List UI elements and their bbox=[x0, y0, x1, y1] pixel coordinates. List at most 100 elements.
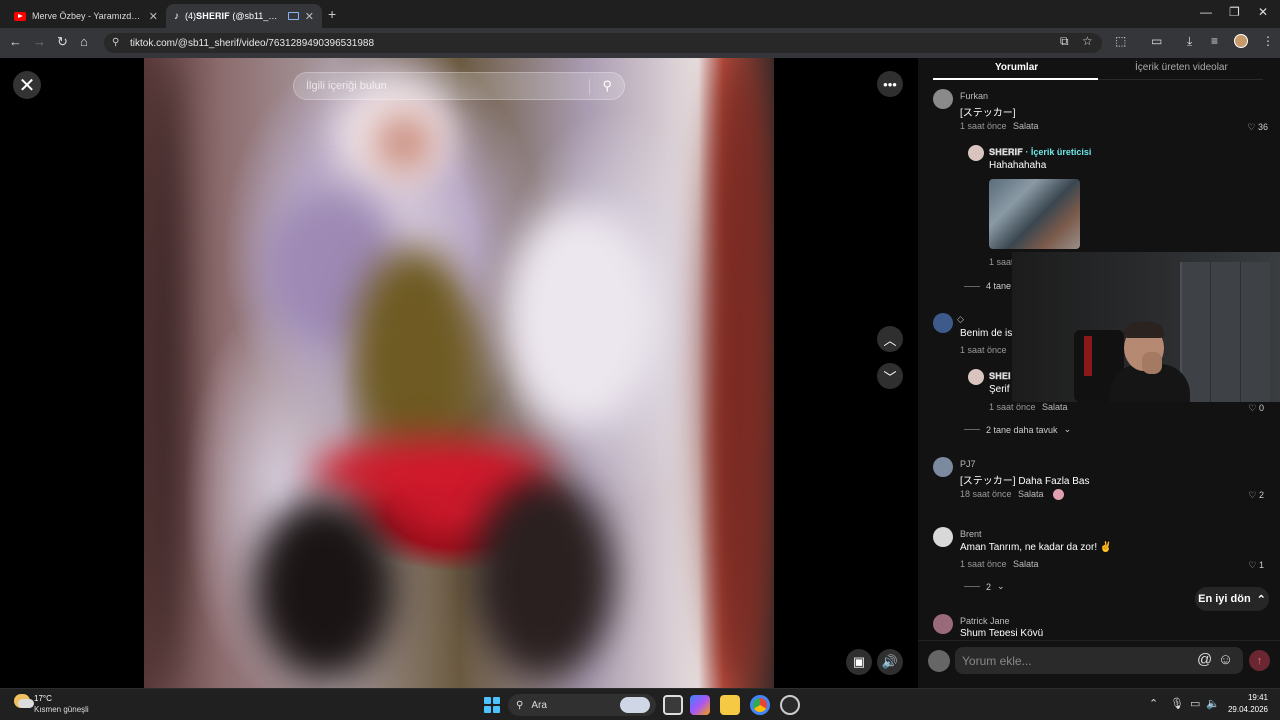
webcam-chair bbox=[1084, 336, 1092, 376]
weather-temperature[interactable]: 17°C bbox=[34, 694, 52, 703]
task-view-icon[interactable] bbox=[663, 695, 683, 715]
more-replies-label: 4 tane bbox=[986, 281, 1012, 291]
search-icon[interactable]: ⚲ bbox=[602, 78, 612, 94]
avatar[interactable] bbox=[933, 457, 953, 477]
avatar[interactable] bbox=[968, 145, 984, 161]
reply-button[interactable]: Salata bbox=[1018, 489, 1044, 499]
bookmark-star-icon[interactable]: ☆ bbox=[1082, 34, 1093, 48]
copilot-icon[interactable] bbox=[690, 695, 710, 715]
profile-avatar[interactable] bbox=[1234, 34, 1248, 51]
translate-icon[interactable]: ⧉ bbox=[1060, 34, 1069, 49]
like-button[interactable]: ♡ 36 bbox=[1240, 122, 1268, 133]
mention-button[interactable]: @ bbox=[1197, 651, 1212, 668]
search-divider bbox=[589, 79, 590, 95]
new-tab-button[interactable]: + bbox=[328, 6, 336, 22]
avatar[interactable] bbox=[933, 614, 953, 634]
windows-logo-icon bbox=[493, 697, 500, 704]
reply-time: 1 saat önce bbox=[989, 402, 1036, 412]
video-player[interactable] bbox=[144, 58, 774, 688]
clock-time[interactable]: 19:41 bbox=[1238, 693, 1268, 702]
taskbar-search-label: Ara bbox=[531, 699, 547, 711]
comment-time: 18 saat önce bbox=[960, 489, 1012, 499]
start-button[interactable] bbox=[484, 697, 500, 713]
tab-title: Merve Özbey - Yaramızda Kalsın bbox=[32, 11, 143, 21]
previous-video-button[interactable]: ︿ bbox=[877, 326, 903, 352]
cast-toolbar-icon[interactable]: ▭ bbox=[1151, 34, 1162, 48]
home-icon[interactable]: ⌂ bbox=[80, 34, 88, 49]
weather-description[interactable]: Kısmen güneşli bbox=[34, 705, 89, 714]
network-icon[interactable]: ▭ bbox=[1190, 697, 1200, 710]
next-video-button[interactable]: ﹀ bbox=[877, 363, 903, 389]
chrome-icon[interactable] bbox=[750, 695, 770, 715]
like-count: 1 bbox=[1258, 560, 1264, 570]
like-count: 0 bbox=[1258, 403, 1264, 413]
comment-time: 1 saat önce bbox=[960, 345, 1007, 355]
reading-list-icon[interactable]: ≡ bbox=[1211, 34, 1218, 48]
view-more-replies[interactable]: 2 tane daha tavuk ⌄ bbox=[964, 424, 1071, 435]
comment-text: [ステッカー] Daha Fazla Bas bbox=[960, 476, 1090, 487]
more-options-button[interactable]: ••• bbox=[877, 71, 903, 97]
reply-text: Şerif bbox=[989, 384, 1010, 395]
windows-logo-icon bbox=[484, 706, 491, 713]
search-placeholder: İlgili içeriği bulun bbox=[306, 80, 387, 92]
clock-date[interactable]: 29.04.2026 bbox=[1222, 705, 1268, 714]
browser-tab-tiktok[interactable]: ♪ (4)𝐒𝐇𝐄𝐑𝐈𝐅 (@sb11_sherif) | ✕ bbox=[166, 4, 322, 28]
view-more-replies[interactable]: 4 tane bbox=[964, 281, 1011, 291]
comment-username[interactable]: Brent bbox=[960, 529, 982, 539]
comment-username[interactable]: Patrick Jane bbox=[960, 616, 1010, 626]
webcam-overlay bbox=[1012, 252, 1280, 402]
comment-username[interactable]: ◇ bbox=[957, 314, 964, 325]
volume-button[interactable]: 🔊 bbox=[877, 649, 903, 675]
related-search-input[interactable]: İlgili içeriği bulun ⚲ bbox=[293, 72, 625, 100]
menu-icon[interactable]: ⋮ bbox=[1262, 34, 1274, 48]
reply-username[interactable]: 𝐒𝐇𝐄𝐑𝐈𝐅 · İçerik üreticisi bbox=[989, 147, 1091, 158]
close-tab-icon[interactable]: ✕ bbox=[149, 10, 158, 23]
reply-button[interactable]: Salata bbox=[1013, 121, 1039, 131]
tray-chevron-up-icon[interactable]: ⌃ bbox=[1149, 697, 1158, 710]
back-to-top-button[interactable]: En iyi dön ⌃ bbox=[1195, 587, 1269, 611]
divider-line bbox=[964, 429, 980, 430]
windows-logo-icon bbox=[493, 706, 500, 713]
avatar[interactable] bbox=[933, 313, 953, 333]
back-icon[interactable]: ← bbox=[9, 34, 22, 49]
back-to-top-label: En iyi dön bbox=[1198, 593, 1251, 605]
like-button[interactable]: ♡ 1 bbox=[1240, 560, 1264, 571]
file-explorer-icon[interactable] bbox=[720, 695, 740, 715]
app-icon[interactable] bbox=[780, 695, 800, 715]
avatar[interactable] bbox=[933, 527, 953, 547]
site-info-icon[interactable]: ⚲ bbox=[112, 37, 119, 48]
download-icon[interactable]: ⤓ bbox=[1187, 34, 1192, 49]
comment-username[interactable]: PJ7 bbox=[960, 459, 976, 469]
browser-tab-youtube[interactable]: Merve Özbey - Yaramızda Kalsın ✕ bbox=[6, 4, 166, 28]
taskbar-search[interactable]: ⚲ Ara bbox=[508, 694, 656, 716]
forward-icon[interactable]: → bbox=[33, 34, 46, 49]
like-button[interactable]: ♡ 0 bbox=[1240, 403, 1264, 414]
close-tab-icon[interactable]: ✕ bbox=[305, 10, 314, 23]
comment-username[interactable]: Furkan bbox=[960, 91, 988, 101]
window-close-icon[interactable]: ✕ bbox=[1258, 5, 1268, 19]
like-button[interactable]: ♡ 2 bbox=[1240, 490, 1264, 501]
restore-icon[interactable]: ❐ bbox=[1229, 5, 1240, 19]
reply-button[interactable]: Salata bbox=[1042, 402, 1068, 412]
avatar[interactable] bbox=[968, 369, 984, 385]
view-more-replies[interactable]: 2 ⌄ bbox=[964, 581, 1005, 592]
minimize-icon[interactable]: — bbox=[1200, 5, 1212, 19]
volume-tray-icon[interactable]: 🔈 bbox=[1206, 697, 1220, 710]
tab-comments[interactable]: Yorumlar bbox=[995, 62, 1038, 73]
floating-player-button[interactable]: ▣ bbox=[846, 649, 872, 675]
reload-icon[interactable]: ↻ bbox=[57, 34, 68, 50]
reply-button[interactable]: Salata bbox=[1013, 559, 1039, 569]
reply-sticker-image[interactable] bbox=[989, 179, 1080, 249]
my-avatar bbox=[928, 650, 950, 672]
reply-username[interactable]: 𝐒𝐇𝐄𝐈 bbox=[989, 371, 1011, 382]
extensions-icon[interactable]: ⬚ bbox=[1115, 34, 1126, 48]
close-video-button[interactable]: ✕ bbox=[13, 71, 41, 99]
url-text: tiktok.com/@sb11_sherif/video/7631289490… bbox=[130, 37, 375, 49]
microphone-icon[interactable]: 🎙 bbox=[1170, 697, 1184, 710]
like-count: 2 bbox=[1258, 490, 1264, 500]
emoji-icon[interactable]: ☺ bbox=[1218, 651, 1233, 668]
tab-creator-videos[interactable]: İçerik üreten videolar bbox=[1135, 62, 1228, 73]
address-bar[interactable]: ⚲ tiktok.com/@sb11_sherif/video/76312894… bbox=[104, 33, 1102, 53]
send-button[interactable]: ↑ bbox=[1249, 650, 1270, 671]
avatar[interactable] bbox=[933, 89, 953, 109]
